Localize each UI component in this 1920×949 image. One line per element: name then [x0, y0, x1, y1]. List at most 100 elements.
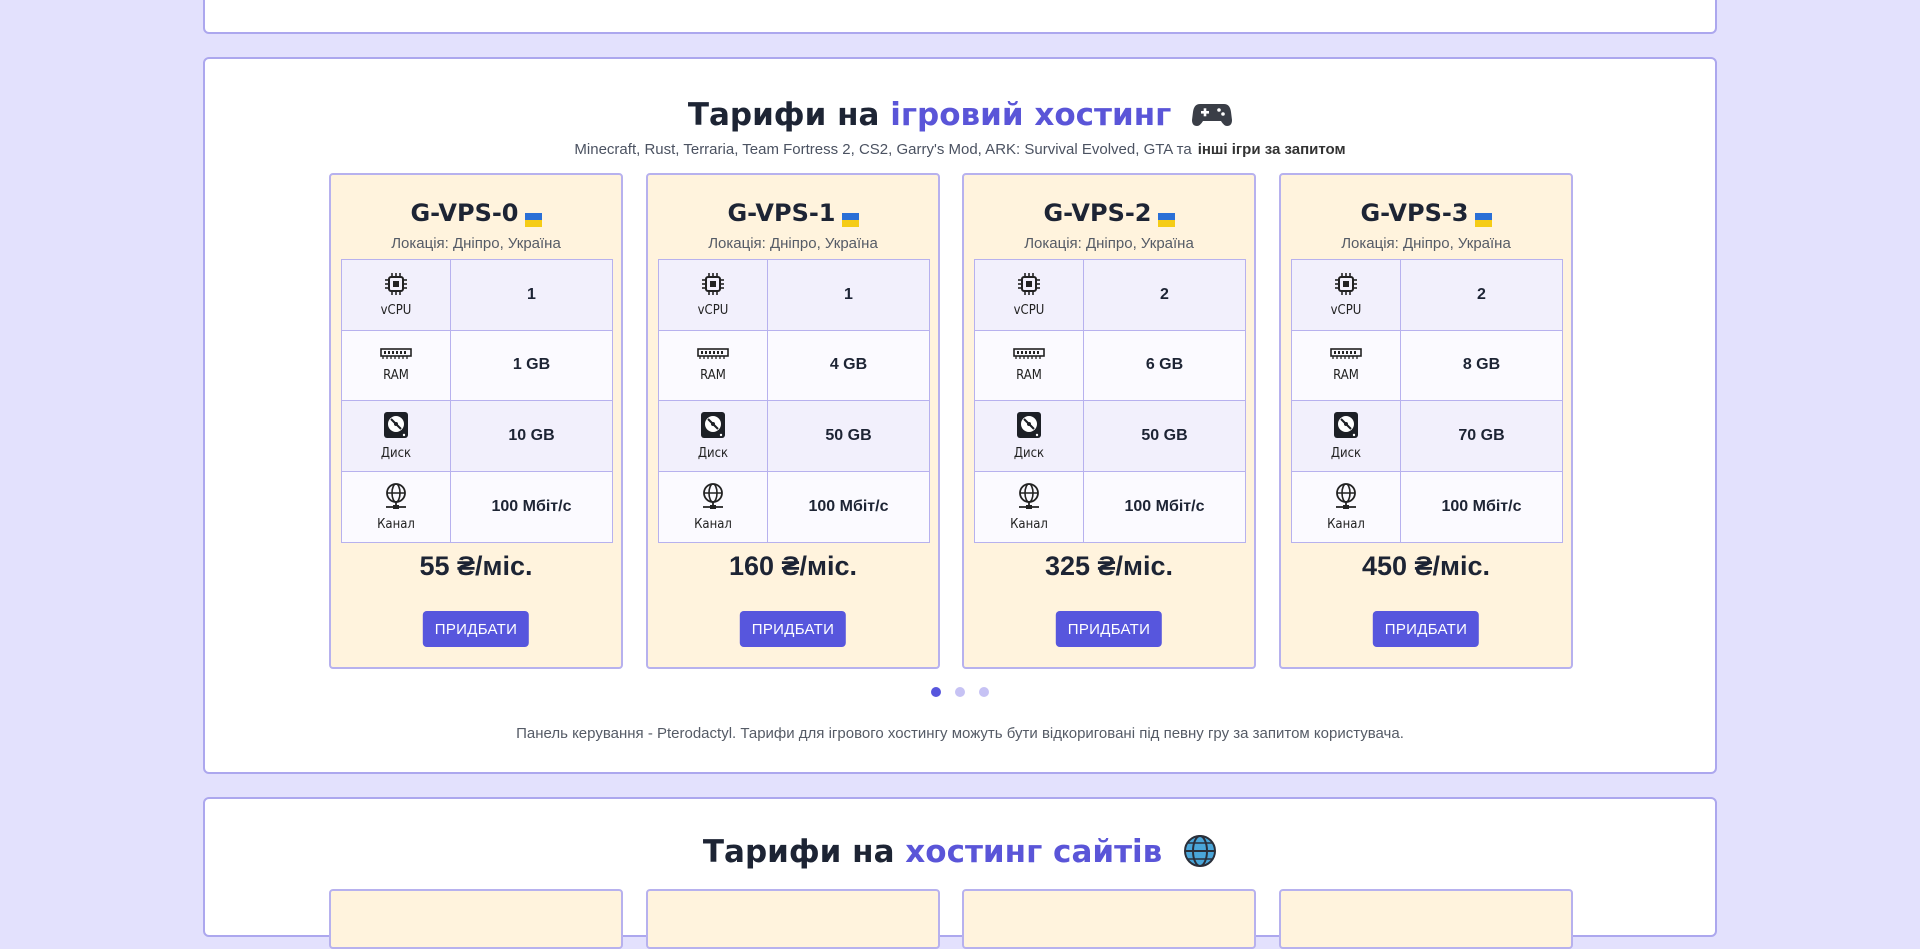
plan-price: 160 ₴/міс. [728, 551, 858, 581]
spec-row: RAM 4 GB [659, 330, 929, 401]
spec-label: RAM [1333, 368, 1359, 384]
plan-name-row: G-VPS-0 [331, 199, 621, 227]
spec-value: 100 Мбіт/с [808, 497, 889, 515]
globe-icon [1183, 834, 1217, 868]
buy-button[interactable]: ПРИДБАТИ [422, 611, 530, 647]
cpu-icon [384, 272, 408, 303]
spec-row: vCPU 1 [342, 260, 612, 331]
spec-row: vCPU 2 [1292, 260, 1562, 331]
spec-label-cell: RAM [975, 330, 1084, 400]
network-icon [700, 482, 726, 517]
spec-table: vCPU 1 RAM 4 GB Диск 50 GB Канал 100 Мбі… [658, 259, 930, 543]
spec-label-cell: Канал [659, 471, 768, 542]
cpu-icon [701, 272, 725, 303]
plan-name-row: G-VPS-1 [648, 199, 938, 227]
spec-label-cell: RAM [342, 330, 451, 400]
ukraine-flag-icon [1157, 205, 1175, 227]
title-accent: хостинг сайтів [905, 834, 1163, 870]
disk-icon [700, 411, 726, 446]
game-controller-icon [1192, 100, 1233, 128]
spec-value: 6 GB [1145, 356, 1184, 374]
spec-label-cell: vCPU [659, 260, 768, 330]
plan-name: G-VPS-1 [727, 199, 836, 227]
carousel-dots [205, 687, 1715, 697]
spec-row: Канал 100 Мбіт/с [975, 471, 1245, 542]
ram-icon [1013, 347, 1045, 368]
title-prefix: Тарифи на [687, 97, 880, 133]
spec-label-cell: Диск [659, 401, 768, 471]
spec-label-cell: vCPU [975, 260, 1084, 330]
web-section-title: Тарифи на хостинг сайтів [205, 834, 1715, 871]
title-prefix: Тарифи на [702, 834, 895, 870]
spec-row: vCPU 1 [659, 260, 929, 331]
plan-name-row: G-VPS-2 [964, 199, 1254, 227]
spec-value: 100 Мбіт/с [491, 497, 572, 515]
spec-table: vCPU 2 RAM 8 GB Диск 70 GB Канал 100 Мбі… [1291, 259, 1563, 543]
spec-label-cell: Канал [342, 471, 451, 542]
plan-location: Локація: Дніпро, Україна [708, 235, 878, 252]
spec-label-cell: Канал [975, 471, 1084, 542]
spec-row: RAM 1 GB [342, 330, 612, 401]
spec-row: Диск 10 GB [342, 401, 612, 472]
spec-label: vCPU [1013, 302, 1045, 318]
spec-row: Диск 50 GB [975, 401, 1245, 472]
spec-label: Диск [1330, 445, 1362, 461]
spec-label: Канал [1010, 516, 1048, 532]
spec-label-cell: Диск [975, 401, 1084, 471]
plan-card-placeholder [646, 889, 940, 949]
spec-row: Канал 100 Мбіт/с [659, 471, 929, 542]
plan-card: G-VPS-2 Локація: Дніпро, Україна vCPU 2 … [962, 173, 1256, 669]
spec-value: 50 GB [1141, 426, 1188, 444]
game-section-subtitle: Minecraft, Rust, Terraria, Team Fortress… [205, 141, 1715, 158]
plan-card-placeholder [962, 889, 1256, 949]
spec-row: Диск 50 GB [659, 401, 929, 472]
spec-value: 50 GB [825, 426, 872, 444]
spec-value: 1 [844, 285, 853, 303]
spec-label-cell: vCPU [342, 260, 451, 330]
ukraine-flag-icon [841, 205, 859, 227]
spec-label-cell: RAM [1292, 330, 1401, 400]
spec-label: Канал [377, 516, 415, 532]
disk-icon [383, 411, 409, 446]
spec-value: 100 Мбіт/с [1441, 497, 1522, 515]
plan-price: 325 ₴/міс. [1044, 551, 1174, 581]
control-panel-note: Панель керування - Pterodactyl. Тарифи д… [516, 725, 1404, 742]
spec-label: Диск [697, 445, 729, 461]
spec-label: Диск [1013, 445, 1045, 461]
plan-card-placeholder [329, 889, 623, 949]
spec-value: 2 [1160, 285, 1169, 303]
previous-section [203, 0, 1717, 34]
carousel-dot-2[interactable] [955, 687, 965, 697]
disk-icon [1016, 411, 1042, 446]
supported-games: Minecraft, Rust, Terraria, Team Fortress… [574, 141, 1192, 158]
spec-value: 100 Мбіт/с [1124, 497, 1205, 515]
spec-label: RAM [700, 368, 726, 384]
spec-row: Канал 100 Мбіт/с [342, 471, 612, 542]
buy-button[interactable]: ПРИДБАТИ [1055, 611, 1163, 647]
ukraine-flag-icon [1474, 205, 1492, 227]
spec-label: Канал [694, 516, 732, 532]
buy-button[interactable]: ПРИДБАТИ [1372, 611, 1480, 647]
plan-location: Локація: Дніпро, Україна [1024, 235, 1194, 252]
website-hosting-section: Тарифи на хостинг сайтів [203, 797, 1717, 949]
cpu-icon [1017, 272, 1041, 303]
spec-value: 10 GB [508, 426, 555, 444]
plan-name: G-VPS-2 [1043, 199, 1152, 227]
plan-location: Локація: Дніпро, Україна [1341, 235, 1511, 252]
spec-value: 8 GB [1462, 356, 1501, 374]
plan-price: 450 ₴/міс. [1361, 551, 1491, 581]
ram-icon [1330, 347, 1362, 368]
spec-value: 70 GB [1458, 426, 1505, 444]
carousel-dot-3[interactable] [979, 687, 989, 697]
carousel-dot-1[interactable] [931, 687, 941, 697]
ram-icon [380, 347, 412, 368]
plan-price: 55 ₴/міс. [419, 551, 533, 581]
other-games-link[interactable]: інші ігри за запитом [1198, 141, 1346, 158]
buy-button[interactable]: ПРИДБАТИ [739, 611, 847, 647]
spec-label-cell: Канал [1292, 471, 1401, 542]
spec-label: Канал [1327, 516, 1365, 532]
spec-label: vCPU [697, 302, 729, 318]
spec-row: RAM 6 GB [975, 330, 1245, 401]
plan-location: Локація: Дніпро, Україна [391, 235, 561, 252]
ram-icon [697, 347, 729, 368]
